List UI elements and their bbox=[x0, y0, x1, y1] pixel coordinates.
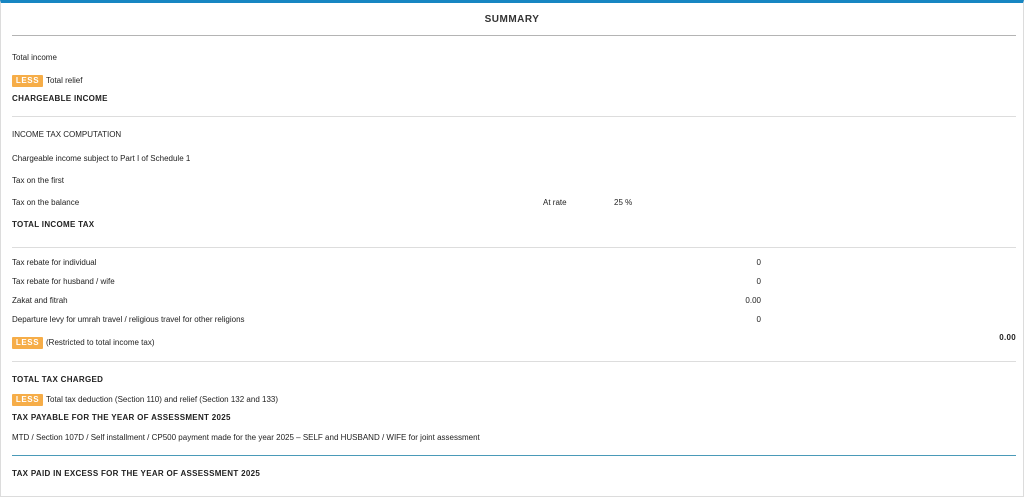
tax-paid-excess-label: TAX PAID IN EXCESS FOR THE YEAR OF ASSES… bbox=[12, 469, 261, 478]
mtd-payment-label: MTD / Section 107D / Self installment / … bbox=[12, 433, 480, 442]
zakat-value: 0.00 bbox=[745, 296, 761, 305]
restricted-label: (Restricted to total income tax) bbox=[46, 338, 155, 347]
excess-divider bbox=[12, 455, 1016, 456]
rebate-spouse-value: 0 bbox=[756, 277, 761, 286]
tax-on-balance-label: Tax on the balance bbox=[12, 198, 80, 207]
section-divider bbox=[12, 247, 1016, 248]
chargeable-income-label: CHARGEABLE INCOME bbox=[12, 94, 108, 103]
less-badge: LESS bbox=[12, 337, 43, 349]
zakat-label: Zakat and fitrah bbox=[12, 296, 68, 305]
summary-title: SUMMARY bbox=[484, 14, 540, 25]
total-relief-label: Total relief bbox=[46, 76, 83, 85]
rebate-total-value: 0.00 bbox=[999, 333, 1016, 342]
tax-deduction-label: Total tax deduction (Section 110) and re… bbox=[46, 395, 278, 404]
rate-value: 25 % bbox=[614, 198, 633, 207]
departure-levy-value: 0 bbox=[756, 315, 761, 324]
tax-on-first-label: Tax on the first bbox=[12, 176, 65, 185]
rebate-individual-label: Tax rebate for individual bbox=[12, 258, 97, 267]
total-income-label: Total income bbox=[12, 53, 57, 62]
chargeable-subject-label: Chargeable income subject to Part I of S… bbox=[12, 154, 191, 163]
less-badge: LESS bbox=[12, 75, 43, 87]
less-badge: LESS bbox=[12, 394, 43, 406]
section-divider bbox=[12, 361, 1016, 362]
departure-levy-label: Departure levy for umrah travel / religi… bbox=[12, 315, 245, 324]
total-tax-charged-label: TOTAL TAX CHARGED bbox=[12, 375, 104, 384]
total-income-tax-label: TOTAL INCOME TAX bbox=[12, 220, 95, 229]
at-rate-label: At rate bbox=[543, 198, 567, 207]
rebate-spouse-label: Tax rebate for husband / wife bbox=[12, 277, 115, 286]
income-tax-computation-heading: INCOME TAX COMPUTATION bbox=[12, 130, 122, 139]
section-divider bbox=[12, 116, 1016, 117]
title-divider bbox=[12, 35, 1016, 36]
tax-payable-label: TAX PAYABLE FOR THE YEAR OF ASSESSMENT 2… bbox=[12, 413, 231, 422]
rebate-individual-value: 0 bbox=[756, 258, 761, 267]
